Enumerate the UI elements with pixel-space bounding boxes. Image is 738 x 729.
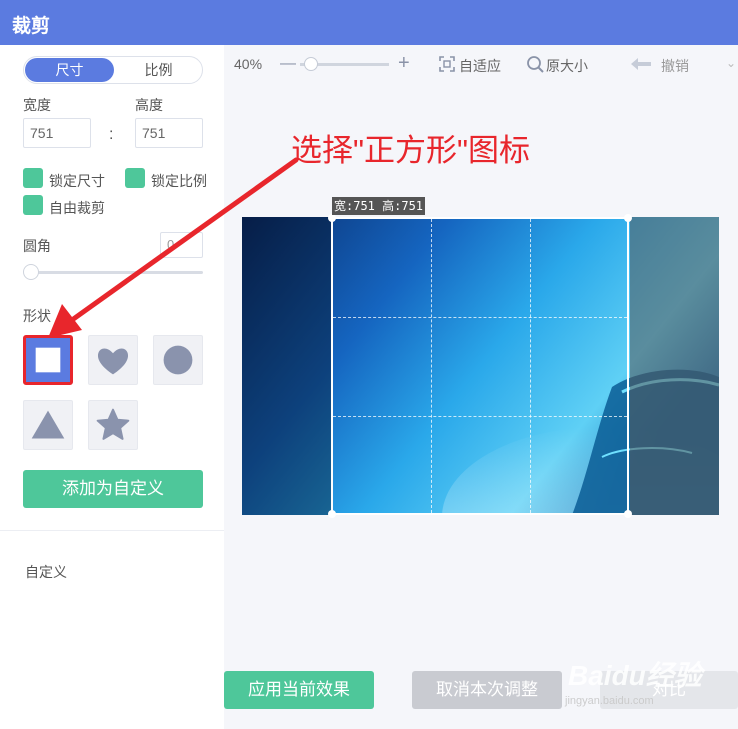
shape-circle-button[interactable]	[153, 335, 203, 385]
watermark-logo: Baidu经验	[568, 660, 702, 691]
cancel-button[interactable]: 取消本次调整	[412, 671, 562, 709]
grid-line	[431, 219, 432, 513]
crop-size-tag: 宽:751 高:751	[332, 197, 426, 215]
square-icon	[35, 347, 61, 373]
lock-size-checkbox[interactable]	[23, 168, 43, 188]
undo-arrow-icon[interactable]	[630, 57, 652, 71]
zoom-in-icon[interactable]: +	[398, 52, 410, 75]
corner-input[interactable]: 0	[160, 232, 203, 258]
corner-slider-handle[interactable]	[23, 264, 39, 280]
custom-section-label: 自定义	[25, 564, 67, 580]
tab-size[interactable]: 尺寸	[25, 58, 114, 82]
zoom-out-icon[interactable]: —	[280, 55, 296, 73]
width-input[interactable]: 751	[23, 118, 91, 148]
dialog-title: 裁剪	[12, 16, 51, 37]
shape-square-button[interactable]	[23, 335, 73, 385]
grid-line	[333, 416, 627, 417]
sidebar-divider	[0, 530, 224, 531]
height-label: 高度	[135, 97, 163, 113]
zoom-toolbar: 40% — + 自适应 原大小 撤销 ⌄	[224, 45, 738, 85]
size-separator: :	[109, 126, 114, 143]
triangle-icon	[31, 410, 65, 439]
magnifier-icon[interactable]	[526, 55, 544, 73]
crop-handle-bottom-left[interactable]	[328, 510, 336, 518]
zoom-percent: 40%	[234, 56, 263, 72]
fit-icon[interactable]	[438, 55, 456, 73]
crop-handle-top-right[interactable]	[624, 214, 632, 222]
apply-button[interactable]: 应用当前效果	[224, 671, 374, 709]
lock-ratio-checkbox[interactable]	[125, 168, 145, 188]
height-input[interactable]: 751	[135, 118, 203, 148]
lock-size-label: 锁定尺寸	[49, 173, 105, 189]
star-icon	[96, 408, 130, 440]
annotation-text: 选择"正方形"图标	[291, 133, 531, 168]
circle-icon	[163, 345, 193, 375]
grid-line	[333, 317, 627, 318]
free-crop-label: 自由裁剪	[49, 200, 105, 216]
width-label: 宽度	[23, 97, 51, 113]
mode-switch: 尺寸 比例	[23, 56, 203, 84]
free-crop-checkbox[interactable]	[23, 195, 43, 215]
settings-sidebar: 尺寸 比例 宽度 高度 751 : 751 锁定尺寸 锁定比例 自由裁剪 圆角 …	[0, 45, 224, 729]
more-chevron-icon[interactable]: ⌄	[726, 56, 736, 70]
crop-handle-top-left[interactable]	[328, 214, 336, 222]
fit-button[interactable]: 自适应	[459, 56, 501, 76]
corner-slider-track[interactable]	[30, 271, 203, 274]
grid-line	[530, 219, 531, 513]
shape-heart-button[interactable]	[88, 335, 138, 385]
watermark-url: jingyan.baidu.com	[565, 695, 654, 707]
crop-handle-bottom-right[interactable]	[624, 510, 632, 518]
add-custom-button[interactable]: 添加为自定义	[23, 470, 203, 508]
undo-button[interactable]: 撤销	[661, 56, 689, 76]
shape-label: 形状	[23, 308, 51, 324]
lock-ratio-label: 锁定比例	[151, 173, 207, 189]
heart-icon	[97, 348, 129, 375]
crop-selection-box[interactable]	[328, 214, 632, 518]
shape-star-button[interactable]	[88, 400, 138, 450]
dialog-header: 裁剪	[0, 0, 738, 45]
corner-label: 圆角	[23, 238, 51, 254]
tab-ratio[interactable]: 比例	[114, 58, 203, 82]
original-size-button[interactable]: 原大小	[546, 56, 588, 76]
shape-triangle-button[interactable]	[23, 400, 73, 450]
zoom-slider-handle[interactable]	[304, 57, 318, 71]
